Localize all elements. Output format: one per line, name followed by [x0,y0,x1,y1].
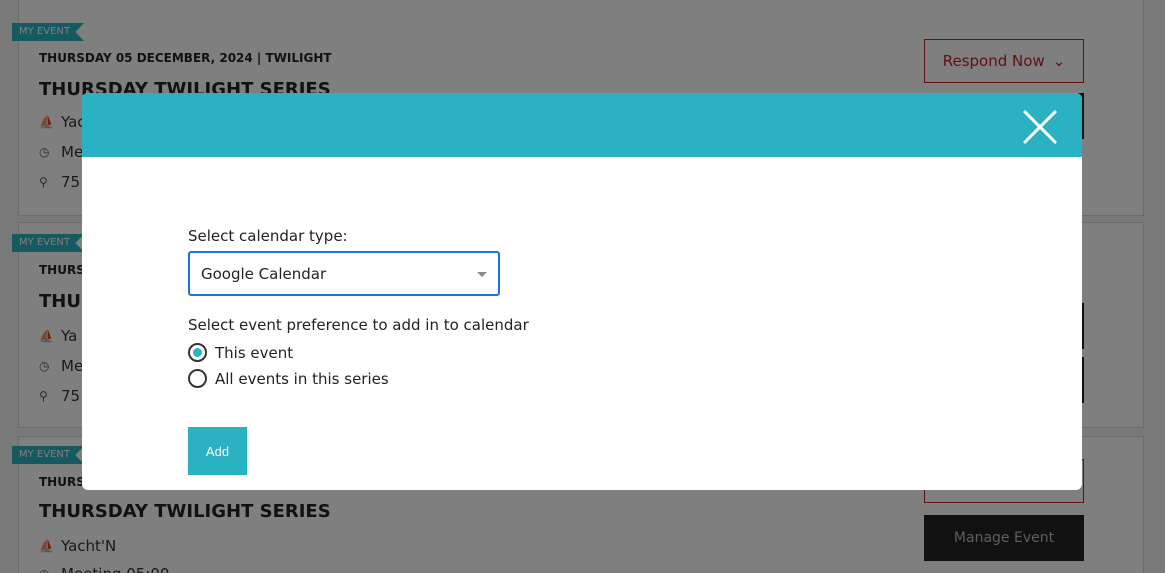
radio-all-events[interactable]: All events in this series [188,369,389,388]
add-button[interactable]: Add [188,427,247,475]
radio-button-selected[interactable] [188,343,207,362]
event-preference-label: Select event preference to add in to cal… [188,316,529,334]
radio-button[interactable] [188,369,207,388]
caret-down-icon [477,272,487,277]
calendar-type-label: Select calendar type: [188,227,348,245]
modal-header [82,93,1082,157]
calendar-type-value: Google Calendar [201,264,327,283]
add-to-calendar-modal: Select calendar type: Google Calendar Se… [82,93,1082,490]
radio-this-event[interactable]: This event [188,343,293,362]
radio-label: All events in this series [215,369,389,388]
close-icon[interactable] [1020,107,1060,147]
calendar-type-select[interactable]: Google Calendar [188,251,500,296]
radio-label: This event [215,343,294,362]
